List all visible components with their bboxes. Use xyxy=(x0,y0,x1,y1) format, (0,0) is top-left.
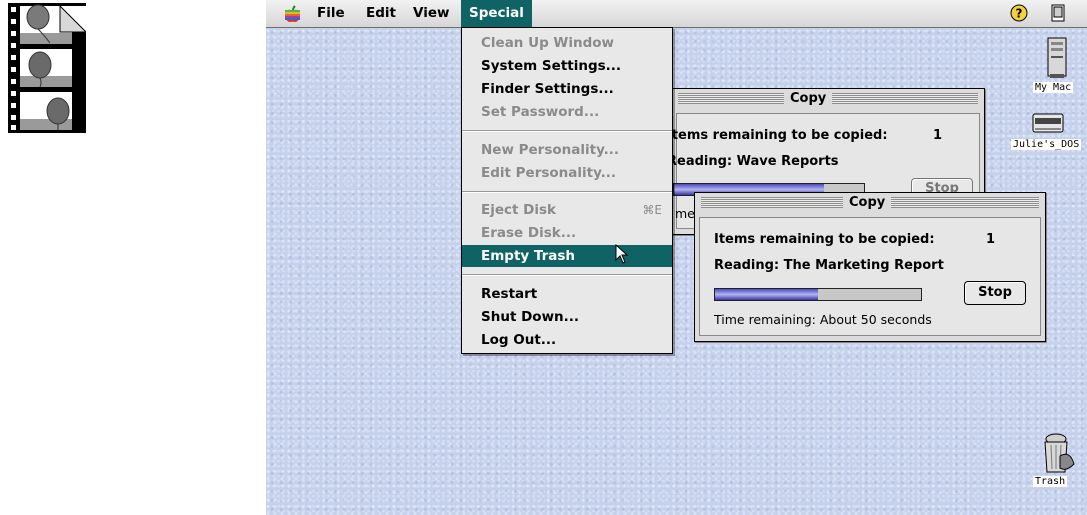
stop-button[interactable]: Stop xyxy=(964,281,1026,305)
menu-item-system-settings[interactable]: System Settings... xyxy=(462,55,672,77)
items-remaining-label: Items remaining to be copied: xyxy=(714,232,935,247)
trash-icon[interactable]: Trash xyxy=(1030,430,1082,492)
desktop: File Edit View Special ? Copy Items rema… xyxy=(266,0,1087,515)
menu-item-erase-disk: Erase Disk... xyxy=(481,225,577,241)
help-icon[interactable]: ? xyxy=(1010,4,1028,22)
menu-edit[interactable]: Edit xyxy=(358,0,404,27)
film-strip-icon xyxy=(8,3,88,133)
julies-dos-label: Julie's_DOS xyxy=(1011,139,1082,150)
title-bar[interactable]: Copy xyxy=(672,89,984,109)
menu-item-edit-personality: Edit Personality... xyxy=(481,165,617,181)
julies-dos-icon[interactable]: Julie's_DOS xyxy=(1011,108,1087,156)
time-remaining-label: me xyxy=(675,206,695,221)
menu-item-restart[interactable]: Restart xyxy=(462,283,672,305)
progress-bar xyxy=(714,288,922,301)
menu-item-eject-disk: Eject Disk ⌘E xyxy=(462,199,672,221)
my-mac-icon[interactable]: My Mac xyxy=(1032,36,1082,96)
computer-icon xyxy=(1047,37,1067,78)
menu-item-log-out[interactable]: Log Out... xyxy=(462,329,672,351)
window-title: Copy xyxy=(784,89,833,109)
items-remaining-label: Items remaining to be copied: xyxy=(667,128,888,143)
reading-label: Reading: Wave Reports xyxy=(667,154,839,169)
menu-item-empty-trash[interactable]: Empty Trash xyxy=(462,245,672,267)
menu-item-shut-down[interactable]: Shut Down... xyxy=(462,306,672,328)
menu-item-finder-settings[interactable]: Finder Settings... xyxy=(462,78,672,100)
menu-file[interactable]: File xyxy=(309,0,353,27)
menu-separator xyxy=(462,191,672,193)
menu-bar: File Edit View Special ? xyxy=(266,0,1087,28)
menu-item-new-personality: New Personality... xyxy=(481,142,620,158)
eject-disk-shortcut: ⌘E xyxy=(642,203,662,217)
title-bar[interactable]: Copy xyxy=(695,193,1045,213)
progress-fill xyxy=(715,289,818,300)
items-remaining-count: 1 xyxy=(933,128,943,143)
items-remaining-count: 1 xyxy=(986,232,996,247)
menu-view[interactable]: View xyxy=(405,0,457,27)
copy-window-front[interactable]: Copy Items remaining to be copied: 1 Rea… xyxy=(694,192,1046,342)
disk-drive-icon xyxy=(1032,113,1064,133)
apple-icon[interactable] xyxy=(284,5,301,23)
trash-can-icon xyxy=(1044,433,1075,473)
mouse-pointer-icon xyxy=(615,243,629,268)
window-title: Copy xyxy=(843,193,892,213)
reading-label: Reading: The Marketing Report xyxy=(714,258,944,273)
time-remaining-label: Time remaining: About 50 seconds xyxy=(714,312,932,327)
menu-special[interactable]: Special xyxy=(461,0,532,27)
menu-item-clean-up-window: Clean Up Window xyxy=(481,35,614,51)
my-mac-label: My Mac xyxy=(1033,82,1074,93)
svg-text:?: ? xyxy=(1016,7,1023,21)
special-menu: Clean Up Window System Settings... Finde… xyxy=(461,27,673,354)
menu-separator xyxy=(462,130,672,132)
menu-item-set-password: Set Password... xyxy=(481,104,600,120)
trash-label: Trash xyxy=(1033,476,1068,487)
application-switcher-icon[interactable] xyxy=(1049,4,1067,22)
menu-separator xyxy=(462,274,672,276)
